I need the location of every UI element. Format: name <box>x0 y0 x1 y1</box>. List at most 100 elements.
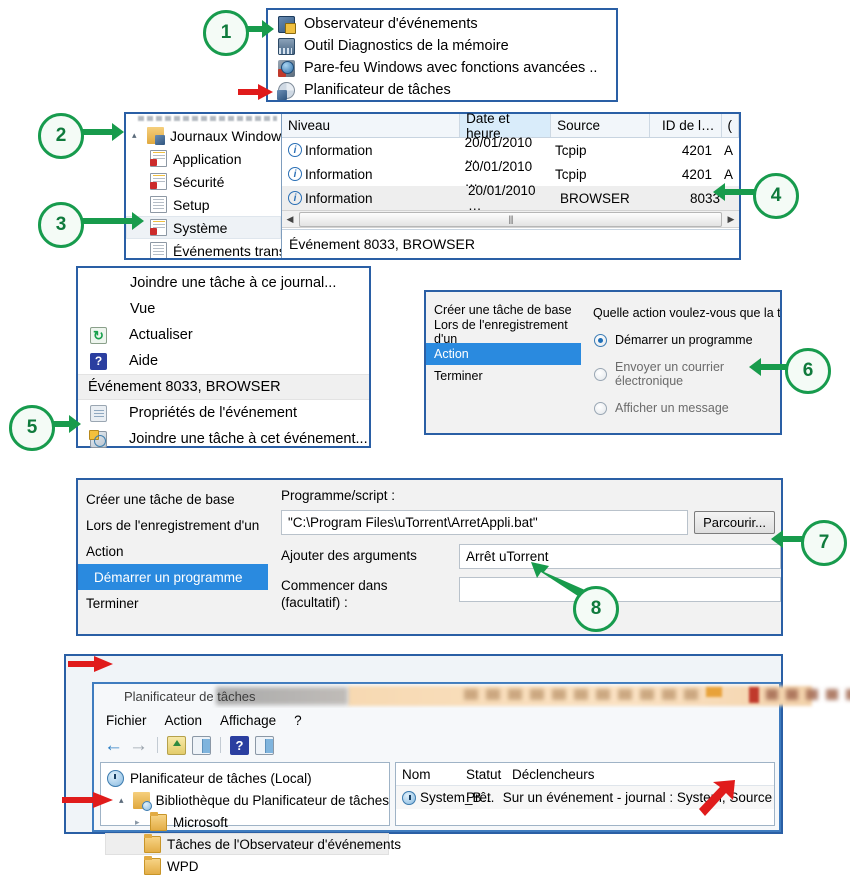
tree-node-label: Tâches de l'Observateur d'événements <box>167 836 402 852</box>
tree-node-microsoft[interactable]: ▸ Microsoft <box>105 811 389 833</box>
cell-date: 20/01/2010 … <box>468 183 536 213</box>
radio-unselected-icon[interactable] <box>594 367 607 381</box>
help-icon[interactable] <box>230 735 249 755</box>
radio-unselected-icon[interactable] <box>594 401 607 415</box>
column-header-source[interactable]: Source <box>551 114 651 137</box>
event-tools-shortcut-list: Observateur d'événements Outil Diagnosti… <box>266 8 618 102</box>
menu-item-joindre-journal[interactable]: Joindre une tâche à ce journal... <box>78 270 369 296</box>
tree-node-label: Microsoft <box>173 814 228 830</box>
windows-firewall-icon <box>278 59 295 77</box>
memory-diagnostics-icon <box>278 37 295 55</box>
menu-item-label: Actualiser <box>129 327 193 343</box>
list-item[interactable]: Outil Diagnostics de la mémoire <box>274 35 610 57</box>
column-header-event-id[interactable]: ID de l… <box>650 114 722 137</box>
menu-fichier[interactable]: Fichier <box>106 713 147 728</box>
status-bar: Événement 8033, BROWSER <box>282 229 739 258</box>
wizard-step-terminer[interactable]: Terminer <box>78 590 268 616</box>
scroll-left-icon[interactable]: ◀ <box>282 214 298 225</box>
back-icon[interactable] <box>104 736 123 755</box>
show-pane2-icon[interactable] <box>255 735 274 755</box>
menu-affichage[interactable]: Affichage <box>220 713 276 728</box>
green-arrow-3 <box>83 212 144 230</box>
green-arrow-2 <box>83 123 124 141</box>
start-in-input[interactable] <box>459 577 781 602</box>
tree-node-systeme[interactable]: Système <box>126 216 281 239</box>
show-pane-icon[interactable] <box>192 735 211 755</box>
event-viewer-tree: ▴ Journaux Windows Application Sécurité … <box>126 114 281 258</box>
radio-selected-icon[interactable] <box>594 333 607 347</box>
tree-node-taches-observateur[interactable]: Tâches de l'Observateur d'événements <box>105 833 401 855</box>
column-header-statut[interactable]: Statut <box>460 767 506 782</box>
callout-8: 8 <box>573 586 619 632</box>
column-header-category[interactable]: ( <box>722 114 739 137</box>
program-script-input[interactable]: "C:\Program Files\uTorrent\ArretAppli.ba… <box>281 510 689 535</box>
green-arrow-4 <box>713 183 754 201</box>
cell-category: A <box>723 142 733 158</box>
log-icon <box>150 242 167 258</box>
tree-node-bibliotheque[interactable]: ▴ Bibliothèque du Planificateur de tâche… <box>105 789 389 811</box>
chevron-right-icon[interactable]: ▸ <box>135 817 144 828</box>
tree-node-journaux-windows[interactable]: ▴ Journaux Windows <box>126 124 281 147</box>
wizard-step-label: Créer une tâche de base <box>434 303 572 317</box>
wizard-step-terminer[interactable]: Terminer <box>426 365 581 387</box>
wizard-step-action[interactable]: Action <box>78 538 268 564</box>
tree-node-securite[interactable]: Sécurité <box>126 170 281 193</box>
cell-status: Prêt <box>466 790 491 805</box>
radio-demarrer-programme[interactable]: Démarrer un programme <box>586 333 780 347</box>
tree-node-wpd[interactable]: WPD <box>105 855 389 877</box>
tree-node-setup[interactable]: Setup <box>126 193 281 216</box>
menu-item-actualiser[interactable]: Actualiser <box>78 322 369 348</box>
wizard-step-demarrer-programme[interactable]: Démarrer un programme <box>78 564 268 590</box>
task-scheduler-window: Planificateur de tâches Fichier Action A… <box>92 682 850 875</box>
list-item-label: Pare-feu Windows avec fonctions avancées… <box>304 60 598 76</box>
task-scheduler-tree: Planificateur de tâches (Local) ▴ Biblio… <box>100 762 401 875</box>
column-header-nom[interactable]: Nom <box>396 767 460 782</box>
tree-node-label: Journaux Windows <box>170 127 281 144</box>
list-item[interactable]: Observateur d'événements <box>274 13 610 35</box>
task-scheduler-window-panel: Planificateur de tâches Fichier Action A… <box>64 654 850 875</box>
column-header-niveau[interactable]: Niveau <box>282 114 461 137</box>
menu-action[interactable]: Action <box>165 713 203 728</box>
cell-source: BROWSER <box>560 190 630 206</box>
menu-item-proprietes[interactable]: Propriétés de l'événement <box>78 400 369 426</box>
menu-item-joindre-evenement[interactable]: Joindre une tâche à cet événement... <box>78 426 369 452</box>
wizard-content: Programme/script : "C:\Program Files\uTo… <box>274 480 781 634</box>
up-folder-icon[interactable] <box>167 735 186 755</box>
tree-node-evenements-transferes[interactable]: Événements transf <box>126 239 281 258</box>
folder-icon <box>150 811 167 831</box>
folder-icon <box>144 855 161 875</box>
list-item[interactable]: Planificateur de tâches <box>274 79 610 101</box>
table-row[interactable]: i Information 20/01/2010 … BROWSER 8033 <box>282 183 739 213</box>
chevron-down-icon[interactable]: ▴ <box>132 130 141 141</box>
forward-icon[interactable] <box>129 736 148 755</box>
tree-node-label: Système <box>173 219 228 236</box>
wizard-step-creer[interactable]: Créer une tâche de base <box>78 486 268 512</box>
window-title: Planificateur de tâches <box>124 688 256 704</box>
tree-node-planificateur-local[interactable]: Planificateur de tâches (Local) <box>105 767 389 789</box>
chevron-down-icon[interactable]: ▴ <box>119 795 127 806</box>
green-arrow-5 <box>54 415 81 433</box>
menu-item-label: Propriétés de l'événement <box>129 405 298 421</box>
horizontal-scrollbar[interactable]: ◀ ||| ▶ <box>282 210 739 228</box>
program-script-label: Programme/script : <box>281 488 396 503</box>
tree-node-application[interactable]: Application <box>126 147 281 170</box>
menu-aide[interactable]: ? <box>294 713 302 728</box>
wizard-steps: Créer une tâche de base Lors de l'enregi… <box>78 480 268 634</box>
arguments-input[interactable]: Arrêt uTorrent <box>459 544 781 569</box>
scrollbar-thumb[interactable]: ||| <box>299 211 722 227</box>
menu-bar: Fichier Action Affichage ? <box>94 708 779 732</box>
column-header-date[interactable]: Date et heure <box>460 111 552 141</box>
red-arrow-title <box>68 656 113 672</box>
wizard-step-action[interactable]: Action <box>426 343 581 365</box>
folder-icon <box>144 833 161 853</box>
wizard-step-label: Terminer <box>86 595 139 611</box>
radio-afficher-message[interactable]: Afficher un message <box>586 401 780 415</box>
tree-node-label: Application <box>173 150 242 167</box>
wizard-step-enregistrement[interactable]: Lors de l'enregistrement d'un <box>426 318 581 346</box>
scroll-right-icon[interactable]: ▶ <box>723 214 739 225</box>
menu-item-vue[interactable]: Vue <box>78 296 369 322</box>
list-item[interactable]: Pare-feu Windows avec fonctions avancées… <box>274 57 610 79</box>
wizard-step-enregistrement[interactable]: Lors de l'enregistrement d'un <box>78 512 268 538</box>
blurred-title-icon <box>749 687 759 703</box>
menu-item-aide[interactable]: Aide <box>78 348 369 374</box>
